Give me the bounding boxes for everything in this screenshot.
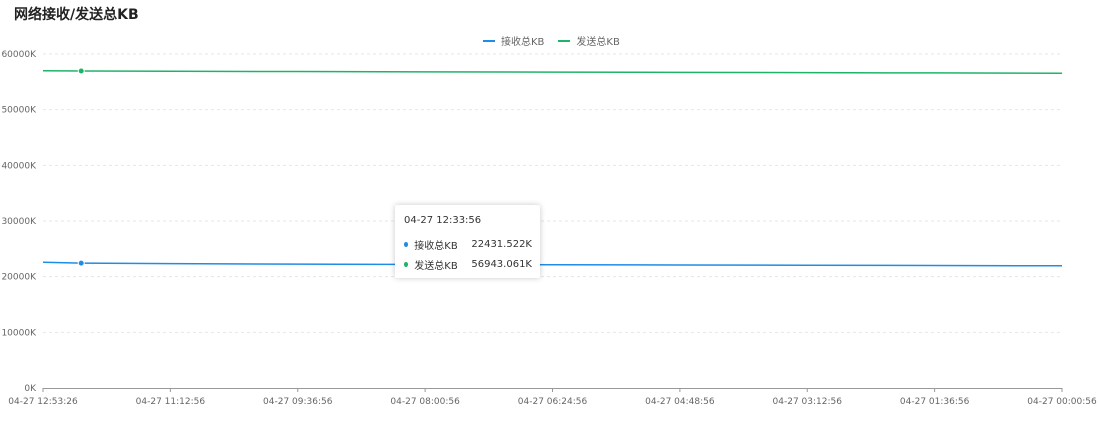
- x-tick-label: 04-27 04:48:56: [645, 397, 715, 407]
- tooltip-dot-sent: [404, 261, 409, 267]
- y-tick-label: 60000K: [1, 50, 37, 60]
- x-tick-label: 04-27 01:36:56: [900, 397, 970, 407]
- tooltip-name-sent: 发送总KB: [414, 260, 458, 272]
- y-tick-label: 50000K: [1, 106, 37, 116]
- tooltip-value-received: 22431.522K: [471, 238, 532, 250]
- tooltip-row-sent: 发送总KB 56943.061K: [404, 254, 532, 274]
- tooltip-time: 04-27 12:33:56: [404, 215, 482, 226]
- tooltip-row-received: 接收总KB 22431.522K: [404, 234, 532, 254]
- x-tick-label: 04-27 11:12:56: [136, 397, 206, 407]
- series-line-0: [42, 261, 1063, 267]
- highlight-point-0: [77, 259, 85, 267]
- tooltip: 04-27 12:33:56 接收总KB 22431.522K 发送总KB 56…: [395, 205, 540, 278]
- x-tick-label: 04-27 09:36:56: [263, 397, 333, 407]
- series-line-1: [42, 69, 1063, 74]
- y-tick-label: 0K: [24, 384, 37, 394]
- tooltip-dot-received: [404, 241, 409, 247]
- y-tick-label: 40000K: [1, 161, 37, 171]
- line-chart: 0K 10000K 20000K 30000K 40000K 50000K 60000K 04…: [1, 50, 1097, 407]
- x-tick-label: 04-27 06:24:56: [518, 397, 588, 407]
- tooltip-value-sent: 56943.061K: [471, 258, 532, 270]
- y-tick-label: 20000K: [1, 273, 37, 283]
- x-tick-label: 04-27 03:12:56: [773, 397, 843, 407]
- x-tick-label: 04-27 12:53:26: [8, 397, 78, 407]
- x-tick-label: 04-27 08:00:56: [390, 397, 460, 407]
- highlight-point-1: [77, 67, 85, 75]
- x-tick-label: 04-27 00:00:56: [1027, 397, 1097, 407]
- tooltip-name-received: 接收总KB: [414, 240, 458, 252]
- y-tick-label: 30000K: [1, 217, 37, 227]
- y-tick-label: 10000K: [1, 328, 37, 338]
